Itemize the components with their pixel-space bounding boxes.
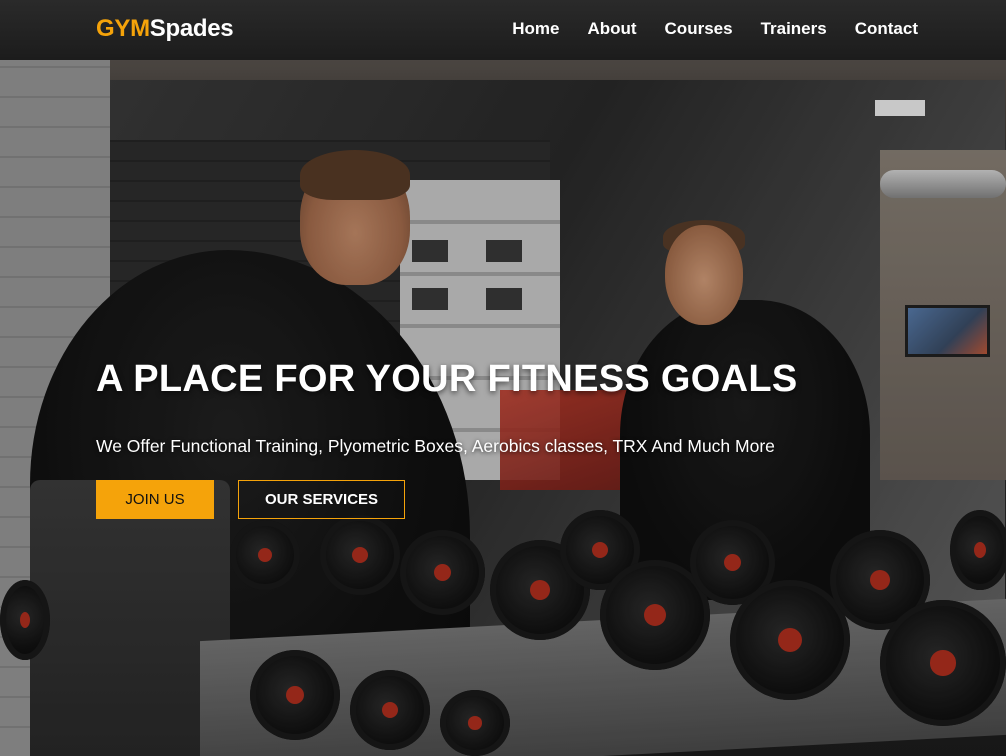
nav-link-home[interactable]: Home bbox=[512, 19, 559, 39]
hero-title: A PLACE FOR YOUR FITNESS GOALS bbox=[96, 358, 798, 400]
our-services-button[interactable]: OUR SERVICES bbox=[238, 480, 405, 519]
main-nav: Home About Courses Trainers Contact bbox=[512, 19, 918, 39]
nav-link-trainers[interactable]: Trainers bbox=[761, 19, 827, 39]
nav-link-courses[interactable]: Courses bbox=[665, 19, 733, 39]
hero-section bbox=[0, 60, 1006, 756]
join-us-button[interactable]: JOIN US bbox=[96, 480, 214, 519]
brand-logo[interactable]: GYMSpades bbox=[96, 15, 234, 43]
nav-link-contact[interactable]: Contact bbox=[855, 19, 918, 39]
brand-logo-accent: GYM bbox=[96, 15, 150, 42]
hero-subtitle: We Offer Functional Training, Plyometric… bbox=[96, 436, 775, 456]
nav-link-about[interactable]: About bbox=[587, 19, 636, 39]
brand-logo-rest: Spades bbox=[149, 15, 234, 42]
navbar: GYMSpades Home About Courses Trainers Co… bbox=[0, 0, 1006, 60]
page: GYMSpades Home About Courses Trainers Co… bbox=[0, 0, 1006, 756]
hero-bg-overlay bbox=[0, 60, 1006, 756]
